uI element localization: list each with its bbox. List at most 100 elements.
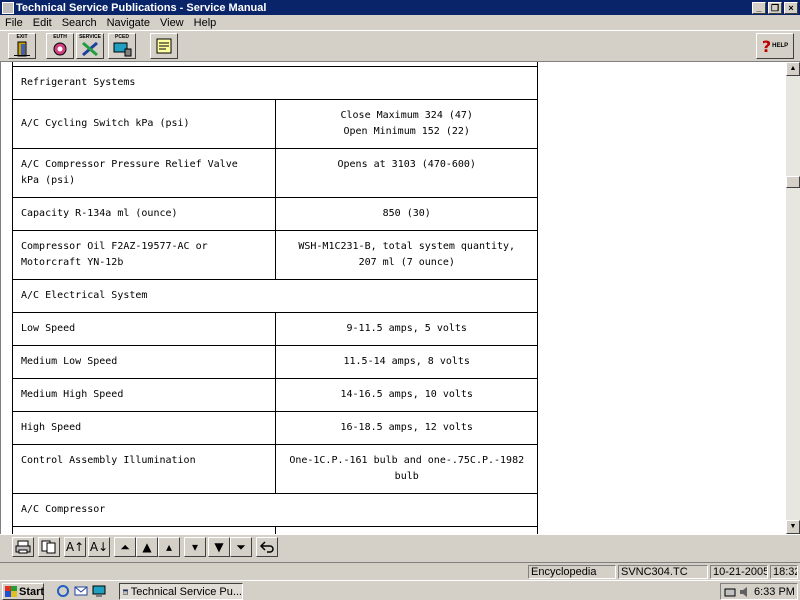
outlook-express-icon[interactable] — [74, 584, 88, 598]
spec-label: Capacity R-134a ml (ounce) — [11, 197, 277, 231]
spec-value: Opens at 3103 (470-600) — [275, 148, 538, 198]
service-label: SERVICE — [79, 34, 101, 40]
tray-network-icon[interactable] — [724, 586, 736, 598]
spec-value: 11.5-14 amps, 8 volts — [275, 345, 538, 379]
font-increase-button[interactable]: A↑ — [64, 537, 86, 557]
start-label: Start — [19, 585, 45, 598]
show-desktop-icon[interactable] — [92, 584, 106, 598]
spec-value: 14-16.5 amps, 10 volts — [275, 378, 538, 412]
close-button[interactable]: × — [784, 1, 798, 14]
help-button[interactable]: ? HELP — [756, 33, 794, 59]
taskbar-app-label: Technical Service Pu... — [130, 585, 242, 598]
font-decrease-button[interactable]: A↓ — [88, 537, 110, 557]
spec-label: Compressor Oil F2AZ-19577-AC or Motorcra… — [11, 230, 277, 280]
back-button[interactable] — [256, 537, 278, 557]
scroll-up-button[interactable]: ▲ — [786, 62, 800, 76]
spec-label-line: kPa (psi) — [21, 175, 76, 186]
menu-help[interactable]: Help — [189, 17, 222, 29]
taskbar: Start Technical Service Pu... 6:33 PM — [0, 580, 800, 600]
taskbar-clock: 6:33 PM — [754, 585, 795, 598]
vertical-scrollbar[interactable]: ▲ ▼ — [786, 62, 800, 534]
service-button[interactable]: SERVICE — [76, 33, 104, 59]
taskbar-app-button[interactable]: Technical Service Pu... — [119, 583, 243, 600]
status-date: 10-21-2005 — [710, 565, 768, 579]
spec-label-line: Compressor Oil F2AZ-19577-AC or — [21, 241, 208, 252]
system-tray: 6:33 PM — [720, 583, 798, 600]
exit-button[interactable]: EXIT — [8, 33, 36, 59]
spec-value: WSH-M1C231-B, total system quantity, 207… — [275, 230, 538, 280]
previous-topic-button[interactable]: ▴ — [158, 537, 180, 557]
window-controls: _ ❐ × — [752, 1, 798, 14]
spec-label: High Speed — [11, 411, 277, 445]
spec-value: 16-18.5 amps, 12 volts — [275, 411, 538, 445]
spec-value-line: Opens at 3103 (470-600) — [337, 159, 476, 170]
exit-door-icon — [14, 41, 30, 57]
copy-button[interactable] — [38, 537, 60, 557]
spec-value-line: Open Minimum 152 (22) — [343, 126, 470, 137]
first-topic-button[interactable]: ⏶ — [114, 537, 136, 557]
minimize-button[interactable]: _ — [752, 1, 766, 14]
spec-value-line: 207 ml (7 ounce) — [358, 257, 455, 268]
section-heading: Refrigerant Systems — [12, 66, 538, 100]
spec-value: 850 (30) — [275, 197, 538, 231]
table-row: A/C Compressor — [12, 493, 538, 527]
spec-value-line: WSH-M1C231-B, total system quantity, — [298, 241, 516, 252]
menu-navigate[interactable]: Navigate — [102, 17, 155, 29]
table-row: Control Assembly Illumination One-1C.P.-… — [11, 444, 538, 494]
pced-computer-icon — [113, 42, 132, 57]
menu-search[interactable]: Search — [57, 17, 102, 29]
printer-icon — [15, 540, 31, 554]
windows-logo-icon — [5, 586, 17, 597]
menu-edit[interactable]: Edit — [28, 17, 57, 29]
section-heading: A/C Electrical System — [12, 279, 538, 313]
table-row: A/C Electrical System — [12, 279, 538, 313]
spec-label: A/C Compressor Pressure Relief Valve kPa… — [11, 148, 277, 198]
scroll-down-button[interactable]: ▼ — [786, 520, 800, 534]
spec-value: One-1C.P.-161 bulb and one-.75C.P.-1982 … — [275, 444, 538, 494]
last-topic-button[interactable]: ⏷ — [230, 537, 252, 557]
restore-button[interactable]: ❐ — [768, 1, 782, 14]
table-row: A/C Cycling Switch kPa (psi) Close Maxim… — [11, 99, 538, 149]
spec-label: A/C Cycling Switch kPa (psi) — [11, 99, 277, 149]
document-view[interactable]: Refrigerant Systems A/C Cycling Switch k… — [0, 62, 786, 534]
spec-label-line: A/C Compressor Pressure Relief Valve — [21, 159, 238, 170]
volume-icon[interactable] — [739, 586, 751, 598]
status-section: Encyclopedia — [528, 565, 616, 579]
spec-value-line: Close Maximum 324 (47) — [340, 110, 473, 121]
status-time: 18:32 — [770, 565, 798, 579]
spec-value: 9-11.5 amps, 5 volts — [275, 312, 538, 346]
internet-explorer-icon[interactable] — [56, 584, 70, 598]
table-row: Medium Low Speed 11.5-14 amps, 8 volts — [11, 345, 538, 379]
spec-label — [11, 526, 277, 534]
spec-label: Low Speed — [11, 312, 277, 346]
menu-file[interactable]: File — [0, 17, 28, 29]
table-row: Refrigerant Systems — [12, 66, 538, 100]
app-icon[interactable] — [2, 1, 14, 14]
next-topic-button[interactable]: ▾ — [184, 537, 206, 557]
previous-section-button[interactable]: ▲ — [136, 537, 158, 557]
title-bar: Technical Service Publications - Service… — [0, 0, 800, 15]
status-document-id: SVNC304.TC — [618, 565, 708, 579]
euth-icon — [53, 42, 67, 56]
menu-view[interactable]: View — [155, 17, 189, 29]
print-button[interactable] — [12, 537, 34, 557]
window-title: Technical Service Publications - Service… — [16, 1, 267, 14]
exit-label: EXIT — [16, 34, 28, 40]
spec-value — [275, 526, 538, 534]
spec-value-line: bulb — [394, 471, 419, 482]
scroll-thumb[interactable] — [786, 176, 800, 188]
table-row: A/C Compressor Pressure Relief Valve kPa… — [11, 148, 538, 198]
notepad-icon — [156, 38, 172, 54]
table-row: High Speed 16-18.5 amps, 12 volts — [11, 411, 538, 445]
start-button[interactable]: Start — [2, 583, 44, 600]
navigation-toolbar: A↑ A↓ ⏶ ▲ ▴ ▾ ▼ ⏷ — [0, 534, 800, 562]
specifications-table: Refrigerant Systems A/C Cycling Switch k… — [11, 66, 538, 534]
notes-button[interactable] — [150, 33, 178, 59]
pced-button[interactable]: PCED — [108, 33, 136, 59]
status-bar: Encyclopedia SVNC304.TC 10-21-2005 18:32 — [0, 562, 800, 579]
main-toolbar: EXIT EUTH SERVICE PCED ? HELP — [0, 30, 800, 62]
spec-value-line: One-1C.P.-161 bulb and one-.75C.P.-1982 — [289, 455, 525, 466]
app-window-icon — [123, 588, 128, 595]
euth-button[interactable]: EUTH — [46, 33, 74, 59]
next-section-button[interactable]: ▼ — [208, 537, 230, 557]
